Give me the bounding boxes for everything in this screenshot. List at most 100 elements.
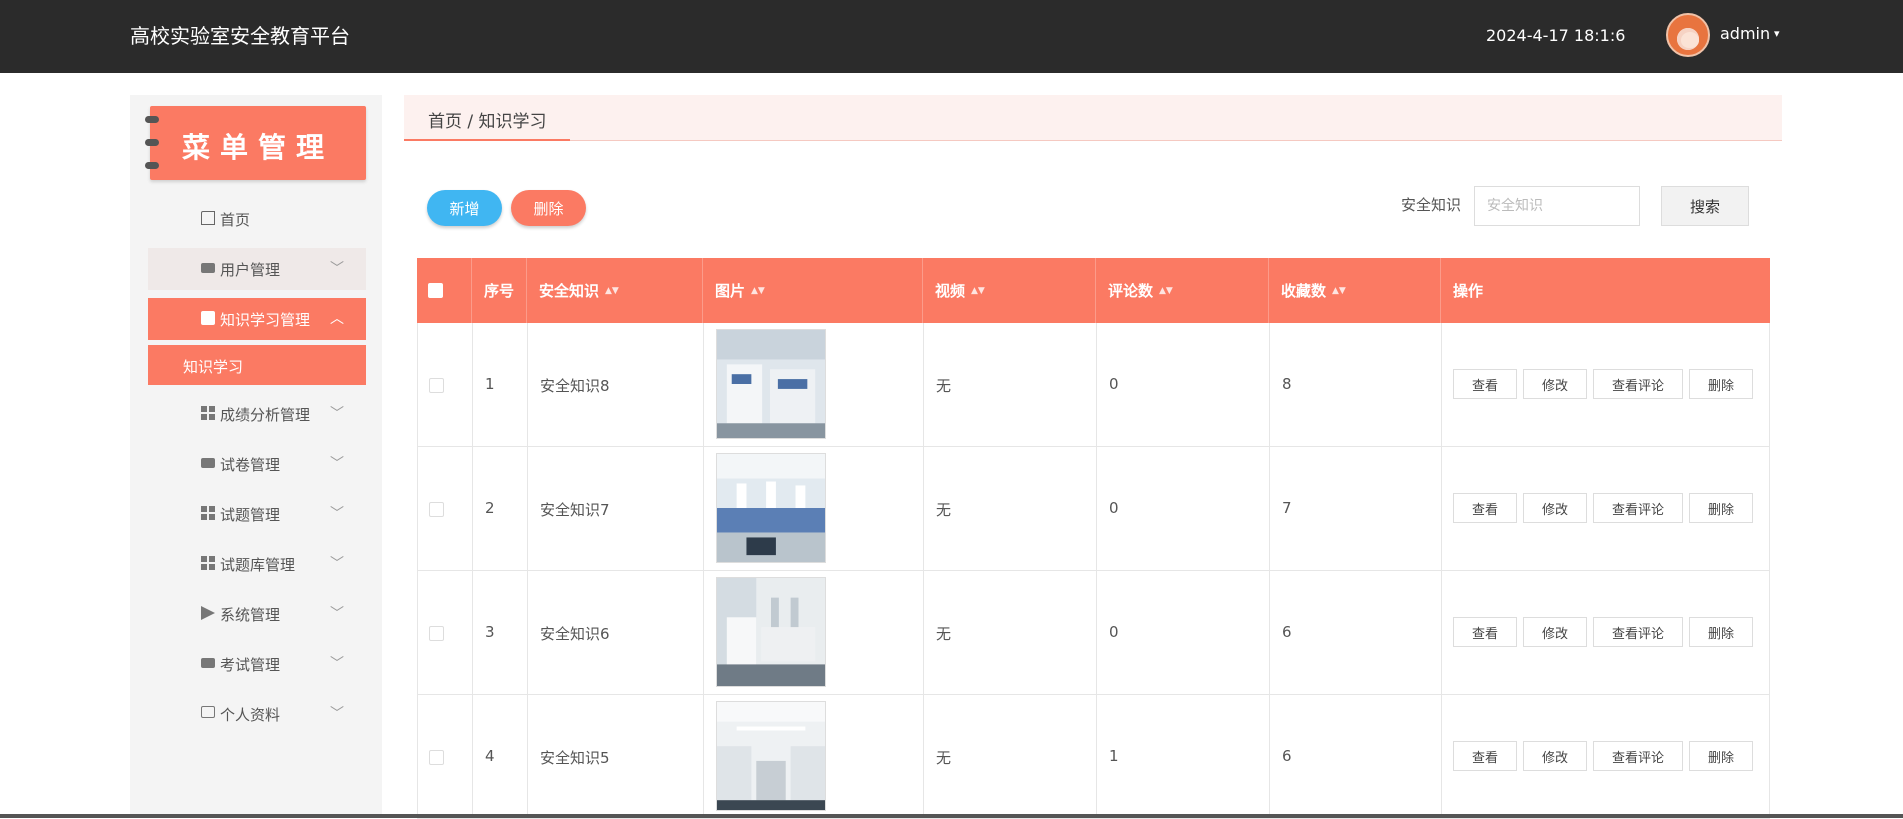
chevron-down-icon: ﹀ — [330, 556, 344, 572]
row-checkbox[interactable] — [429, 378, 444, 393]
sidebar-subitem-knowledge-learning[interactable]: 知识学习 — [148, 345, 366, 385]
comments-count: 0 — [1109, 623, 1119, 641]
row-index: 4 — [485, 747, 495, 765]
chevron-down-icon: ﹀ — [330, 606, 344, 622]
image-cell — [704, 447, 924, 571]
menu-banner-title: 菜单管理 — [181, 131, 334, 164]
breadcrumb-bar: 首页 / 知识学习 — [404, 95, 1782, 141]
add-button[interactable]: 新增 — [427, 190, 502, 226]
grid-icon — [201, 506, 215, 520]
row-checkbox[interactable] — [429, 626, 444, 641]
users-icon — [201, 263, 215, 273]
grid-icon — [201, 406, 215, 420]
lab-photo-image — [716, 453, 826, 563]
sidebar-item-system[interactable]: 系统管理 ﹀ — [148, 593, 366, 635]
window-bottom-edge — [0, 814, 1903, 818]
search-input[interactable] — [1474, 186, 1640, 226]
header-knowledge[interactable]: 安全知识 ▲▼ — [527, 258, 703, 323]
actions-cell: 查看 修改 查看评论 删除 — [1442, 571, 1771, 695]
grid-icon — [201, 556, 215, 570]
header-label: 图片 — [715, 282, 746, 300]
header-comments[interactable]: 评论数 ▲▼ — [1096, 258, 1269, 323]
sidebar-item-profile[interactable]: 个人资料 ﹀ — [148, 693, 366, 735]
sort-icon[interactable]: ▲▼ — [1332, 287, 1346, 296]
header-video[interactable]: 视频 ▲▼ — [923, 258, 1096, 323]
knowledge-cell: 安全知识5 — [528, 695, 704, 819]
comments-cell: 1 — [1097, 695, 1270, 819]
sidebar-item-home[interactable]: 首页 — [148, 198, 366, 240]
sidebar-item-exams[interactable]: 考试管理 ﹀ — [148, 643, 366, 685]
video-value: 无 — [936, 501, 952, 519]
sort-icon[interactable]: ▲▼ — [605, 287, 619, 296]
delete-row-button[interactable]: 删除 — [1689, 493, 1753, 523]
ring-icon — [145, 116, 159, 123]
video-value: 无 — [936, 625, 952, 643]
row-checkbox[interactable] — [429, 750, 444, 765]
delete-row-button[interactable]: 删除 — [1689, 741, 1753, 771]
image-cell — [704, 571, 924, 695]
view-button[interactable]: 查看 — [1453, 741, 1517, 771]
favorites-cell: 8 — [1270, 323, 1442, 447]
header-label: 评论数 — [1108, 282, 1154, 300]
comments-cell: 0 — [1097, 447, 1270, 571]
sort-icon[interactable]: ▲▼ — [1159, 287, 1173, 296]
sidebar-item-label: 用户管理 — [220, 261, 281, 279]
index-cell: 4 — [473, 695, 528, 819]
sort-icon[interactable]: ▲▼ — [751, 287, 765, 296]
sidebar-item-label: 系统管理 — [220, 606, 281, 624]
view-button[interactable]: 查看 — [1453, 617, 1517, 647]
select-all-checkbox[interactable] — [428, 283, 443, 298]
chevron-down-icon: ﹀ — [330, 261, 344, 277]
sort-icon[interactable]: ▲▼ — [971, 287, 985, 296]
favorites-cell: 6 — [1270, 571, 1442, 695]
sidebar-item-label: 首页 — [220, 211, 251, 229]
view-button[interactable]: 查看 — [1453, 493, 1517, 523]
favorites-cell: 7 — [1270, 447, 1442, 571]
image-cell — [704, 323, 924, 447]
edit-button[interactable]: 修改 — [1523, 741, 1587, 771]
caret-down-icon[interactable]: ▾ — [1774, 27, 1780, 40]
delete-button[interactable]: 删除 — [511, 190, 586, 226]
header-label: 序号 — [484, 282, 515, 300]
sidebar-item-knowledge[interactable]: 知识学习管理 ︿ — [148, 298, 366, 340]
select-cell — [418, 571, 473, 695]
sidebar-item-users[interactable]: 用户管理 ﹀ — [148, 248, 366, 290]
chevron-up-icon: ︿ — [330, 311, 344, 327]
monitor-icon — [201, 658, 215, 668]
header-actions: 操作 — [1441, 258, 1770, 323]
view-button[interactable]: 查看 — [1453, 369, 1517, 399]
sidebar-item-score-analysis[interactable]: 成绩分析管理 ﹀ — [148, 393, 366, 435]
knowledge-name: 安全知识5 — [540, 749, 610, 767]
view-comments-button[interactable]: 查看评论 — [1593, 493, 1683, 523]
lab-photo-image — [716, 701, 826, 811]
delete-row-button[interactable]: 删除 — [1689, 617, 1753, 647]
sidebar-item-questions[interactable]: 试题管理 ﹀ — [148, 493, 366, 535]
header-image[interactable]: 图片 ▲▼ — [703, 258, 923, 323]
sidebar-item-label: 考试管理 — [220, 656, 281, 674]
view-comments-button[interactable]: 查看评论 — [1593, 369, 1683, 399]
sidebar-item-papers[interactable]: 试卷管理 ﹀ — [148, 443, 366, 485]
edit-button[interactable]: 修改 — [1523, 369, 1587, 399]
view-comments-button[interactable]: 查看评论 — [1593, 617, 1683, 647]
edit-button[interactable]: 修改 — [1523, 617, 1587, 647]
chevron-down-icon: ﹀ — [330, 456, 344, 472]
lab-photo-image — [716, 577, 826, 687]
video-value: 无 — [936, 377, 952, 395]
header-label: 收藏数 — [1281, 282, 1327, 300]
avatar[interactable] — [1666, 13, 1710, 57]
header-favorites[interactable]: 收藏数 ▲▼ — [1269, 258, 1441, 323]
delete-row-button[interactable]: 删除 — [1689, 369, 1753, 399]
breadcrumb-underline — [404, 139, 570, 141]
row-checkbox[interactable] — [429, 502, 444, 517]
search-button[interactable]: 搜索 — [1661, 186, 1749, 226]
video-cell: 无 — [924, 571, 1097, 695]
user-menu[interactable]: admin — [1720, 24, 1770, 43]
datetime: 2024-4-17 18:1:6 — [1486, 26, 1626, 45]
actions-cell: 查看 修改 查看评论 删除 — [1442, 447, 1771, 571]
edit-button[interactable]: 修改 — [1523, 493, 1587, 523]
view-comments-button[interactable]: 查看评论 — [1593, 741, 1683, 771]
select-all-header[interactable] — [417, 258, 472, 323]
sidebar-item-question-bank[interactable]: 试题库管理 ﹀ — [148, 543, 366, 585]
breadcrumb[interactable]: 首页 / 知识学习 — [428, 107, 547, 132]
table-row: 3 安全知识6 无 0 6 查看 修改 查看评论 删除 — [417, 571, 1770, 695]
